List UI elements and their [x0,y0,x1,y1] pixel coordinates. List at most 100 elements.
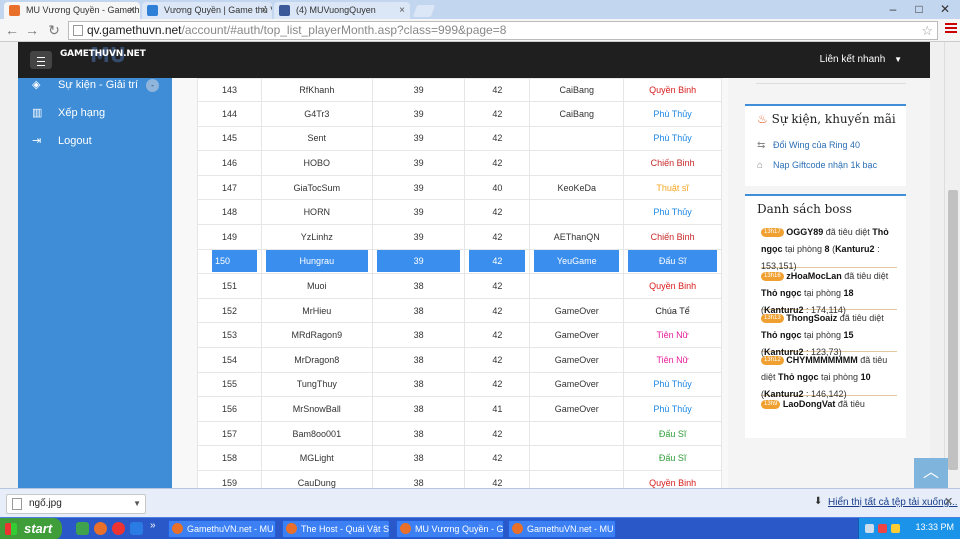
time-badge: 13h13 [761,314,784,324]
stat-cell: 41 [464,396,531,422]
guild-cell [529,420,625,447]
stat-cell-text: 39 [413,157,424,168]
browser-toolbar: ← → ↻ qv.gamethuvn.net/account/#auth/top… [0,19,960,42]
quicklaunch-desktop-icon[interactable] [76,522,89,535]
quicklaunch-firefox-icon[interactable] [94,522,107,535]
download-bar: ngố.jpg ▼ ⬇ Hiển thị tất cả tệp tải xuốn… [0,488,960,517]
boss-player: ThongSoaiz [786,313,838,323]
close-icon[interactable]: × [261,2,267,19]
bookmark-star-icon[interactable]: ☆ [921,22,933,39]
player-name-cell: Bam8oo001 [260,420,373,447]
guild-cell [529,445,625,471]
close-icon[interactable]: ✕ [944,495,953,508]
class-cell-text: Tiên Nữ [656,354,689,365]
maximize-icon[interactable]: □ [906,0,932,19]
quicklaunch-ie-icon[interactable] [130,522,143,535]
rank-cell-text: 156 [221,403,237,414]
guild-cell-text: GameOver [554,305,599,316]
forward-icon[interactable]: → [24,22,40,38]
close-window-icon[interactable]: ✕ [932,0,958,19]
player-name-cell: HOBO [260,150,373,176]
class-cell: Đấu Sĩ [623,420,722,447]
scrollbar-thumb[interactable] [948,190,958,470]
rank-cell-text: 152 [221,305,237,316]
tray-network-icon[interactable] [865,524,874,533]
boss-text: đã tiêu [835,399,865,409]
rank-cell-text: 144 [221,108,237,119]
sidebar-item-logout[interactable]: ⇥ Logout [32,132,172,150]
boss-entry: 13h17 OGGY89 đã tiêu diệt Thỏ ngọc tại p… [761,224,897,271]
rank-cell-text: 143 [221,85,237,95]
close-icon[interactable]: × [129,2,135,19]
class-cell: Thuật sĩ [623,174,722,201]
collapse-badge[interactable]: - [146,79,159,92]
tray-volume-icon[interactable] [891,524,900,533]
page-scrollbar[interactable] [944,42,960,488]
boss-text: tại phòng [801,330,844,340]
rank-cell: 152 [197,297,262,324]
rank-cell-text: 158 [221,453,237,464]
table-row: 159 CauDung 38 42 Quyền Binh [197,469,722,488]
boss-room: 10 [860,372,871,382]
back-icon[interactable]: ← [4,22,20,38]
reload-icon[interactable]: ↻ [46,22,62,38]
quicklaunch-chrome-icon[interactable] [112,522,125,535]
stat-cell-text: 38 [413,354,424,365]
tray-security-icon[interactable] [878,524,887,533]
taskbar-window-button[interactable]: MU Vương Quyền - G... [396,520,504,538]
player-name-cell-text: TungThuy [296,379,337,390]
sidebar-item-events[interactable]: ◈ Sự kiện - Giải trí - [32,76,172,94]
minimize-icon[interactable]: – [880,0,906,19]
taskbar-window-button[interactable]: The Host - Quái Vật S... [282,520,390,538]
start-label: start [24,521,53,536]
rank-cell: 155 [197,371,262,398]
stat-cell-text: 39 [413,133,424,144]
guild-cell [529,199,625,225]
quick-links-dropdown[interactable]: Liên kết nhanh ▼ [820,54,902,65]
stat-cell-text: 39 [413,231,424,242]
class-cell-text: Phù Thủy [653,133,692,144]
guild-cell-text: CaiBang [559,85,595,95]
player-name-cell: TungThuy [260,371,373,398]
class-cell: Phù Thủy [623,371,722,398]
taskbar-window-button[interactable]: GamethuVN.net - MU ... [168,520,276,538]
download-item[interactable]: ngố.jpg ▼ [6,494,146,514]
stat-cell-text: 39 [413,85,424,95]
boss-name: Thỏ ngọc [761,288,802,298]
stat-cell-text: 38 [413,403,424,414]
rank-cell-text: 149 [221,231,237,242]
stat-cell: 38 [371,322,466,348]
table-row: 145 Sent 39 42 Phù Thủy [197,125,722,152]
rank-cell-text: 148 [221,207,237,218]
class-cell: Phù Thủy [623,101,722,127]
taskbar-window-button[interactable]: GamethuVN.net - MU ... [508,520,616,538]
stat-cell-text: 38 [413,305,424,316]
start-button[interactable]: start [0,518,62,539]
player-name-cell-text: MrHieu [302,305,332,316]
class-cell-text: Chiến Binh [650,157,695,168]
chrome-icon [286,523,297,534]
boss-entry: 13h12 CHYMMMMMMM đã tiêu diệt Thỏ ngọc t… [761,352,897,399]
class-cell-text: Quyền Binh [649,85,697,95]
new-tab-button[interactable] [412,5,436,17]
stat-cell-text: 42 [492,330,503,341]
promo-link-giftcode[interactable]: ⌂ Nạp Giftcode nhận 1k bạc [757,160,877,171]
promo-link-wing[interactable]: ⇆ Đổi Wing của Ring 40 [757,140,860,151]
close-icon[interactable]: × [399,2,405,19]
browser-tab-1[interactable]: Vương Quyền | Game thủ Vi × [142,2,272,19]
boss-text: tại phòng [818,372,861,382]
scroll-to-top-button[interactable]: ︿ [914,458,948,488]
guild-cell: GameOver [529,322,625,348]
table-row: 157 Bam8oo001 38 42 Đấu Sĩ [197,420,722,447]
site-logo[interactable]: MU GAMETHUVN.NET [60,43,146,67]
show-all-downloads-link[interactable]: ⬇ Hiển thị tất cả tệp tải xuống... [814,496,958,508]
address-bar[interactable]: qv.gamethuvn.net/account/#auth/top_list_… [68,21,938,40]
browser-tab-2[interactable]: (4) MUVuongQuyen × [274,2,410,19]
sidebar-item-ranking[interactable]: ▥ Xếp hạng [32,104,172,122]
browser-menu-icon[interactable] [945,23,957,37]
browser-tab-0[interactable]: MU Vương Quyền - Gamethu × [4,2,140,19]
boss-player: OGGY89 [786,227,824,237]
menu-toggle-icon[interactable] [30,51,52,69]
quicklaunch-expand-icon[interactable]: » [150,520,163,533]
chevron-down-icon[interactable]: ▼ [133,495,141,513]
